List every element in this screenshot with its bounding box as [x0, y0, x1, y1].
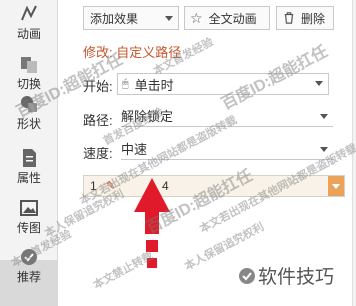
animation-icon [21, 5, 37, 21]
custom-animation-panel: 添加效果 ☆ 全文动画 删除 修改: 自定义路径 开始: 🖱 单击时 路径: 解… [59, 0, 356, 306]
chevron-down-icon [315, 81, 323, 86]
animation-list-item[interactable]: 1 ✎ 4 [83, 175, 345, 197]
trash-icon [284, 12, 294, 24]
star-icon: ☆ [190, 9, 203, 26]
start-select[interactable]: 🖱 单击时 [117, 73, 329, 95]
delete-label: 删除 [301, 11, 326, 26]
sidebar-item-label: 推荐 [16, 270, 41, 284]
sidebar-item-animation[interactable]: 动画 [0, 2, 58, 41]
add-effect-label: 添加效果 [90, 11, 139, 26]
list-item-number: 1 [90, 179, 97, 193]
sidebar-item-label: 动画 [16, 27, 41, 41]
sidebar-item-label: 属性 [16, 171, 41, 185]
delete-button[interactable]: 删除 [276, 6, 334, 30]
chevron-down-icon [320, 147, 328, 152]
brand-logo: 软件技巧 [238, 262, 334, 289]
path-label: 路径: [83, 113, 113, 128]
sidebar-item-label: 切换 [16, 77, 41, 91]
path-value: 解除锁定 [121, 109, 174, 124]
brand-text: 软件技巧 [258, 267, 335, 288]
start-label: 开始: [83, 79, 113, 94]
full-animation-button[interactable]: ☆ 全文动画 [184, 6, 270, 30]
sidebar-item-transition[interactable]: 切换 [0, 52, 58, 91]
recommend-icon [21, 249, 37, 265]
sidebar: 动画 切换 形状 属性 传图 推荐 [0, 0, 58, 306]
toolbar: 添加效果 ☆ 全文动画 删除 [59, 0, 356, 34]
speed-value: 中速 [121, 142, 148, 157]
chevron-down-icon [320, 114, 328, 119]
start-value: 单击时 [134, 77, 174, 93]
transition-icon [21, 57, 37, 73]
sidebar-item-label: 形状 [16, 117, 41, 131]
speed-select[interactable]: 中速 [121, 138, 333, 160]
sidebar-item-properties[interactable]: 属性 [0, 146, 58, 185]
full-animation-label: 全文动画 [208, 11, 257, 26]
shape-icon [21, 96, 37, 112]
sidebar-item-upload-image[interactable]: 传图 [0, 196, 58, 235]
speed-label: 速度: [83, 146, 113, 161]
sidebar-item-shape[interactable]: 形状 [0, 92, 58, 131]
list-item-dropdown[interactable] [328, 176, 344, 196]
properties-icon [23, 149, 36, 167]
sidebar-item-recommend[interactable]: 推荐 [0, 245, 58, 284]
brand-icon [239, 267, 255, 284]
add-effect-button[interactable]: 添加效果 [83, 6, 179, 30]
chevron-down-icon [332, 184, 340, 189]
annotation-arrow-icon [134, 178, 170, 268]
mouse-icon: 🖱 [122, 77, 129, 90]
section-title: 修改: 自定义路径 [83, 45, 182, 60]
chevron-down-icon [165, 16, 173, 21]
mouse-icon: ✎ [106, 180, 116, 192]
sidebar-item-label: 传图 [16, 221, 41, 235]
path-select[interactable]: 解除锁定 [121, 105, 333, 127]
upload-image-icon [20, 200, 38, 216]
panel-scrollbar[interactable] [352, 0, 356, 306]
